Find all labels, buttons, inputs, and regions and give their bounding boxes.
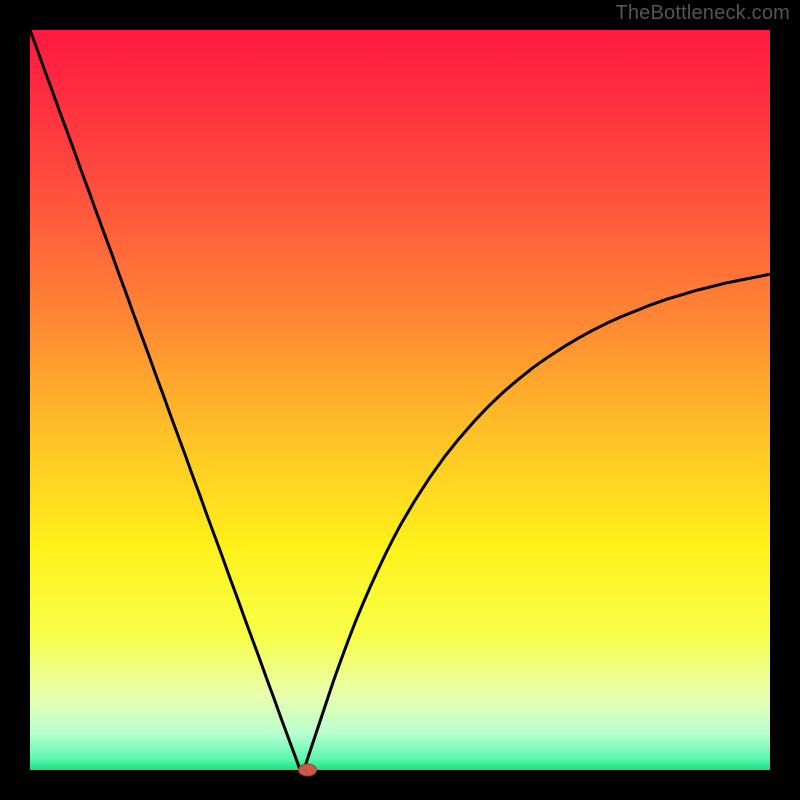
chart-container: TheBottleneck.com — [0, 0, 800, 800]
chart-svg — [0, 0, 800, 800]
optimal-point-marker — [299, 764, 317, 776]
chart-plot-area — [30, 30, 770, 770]
watermark-text: TheBottleneck.com — [615, 2, 790, 25]
